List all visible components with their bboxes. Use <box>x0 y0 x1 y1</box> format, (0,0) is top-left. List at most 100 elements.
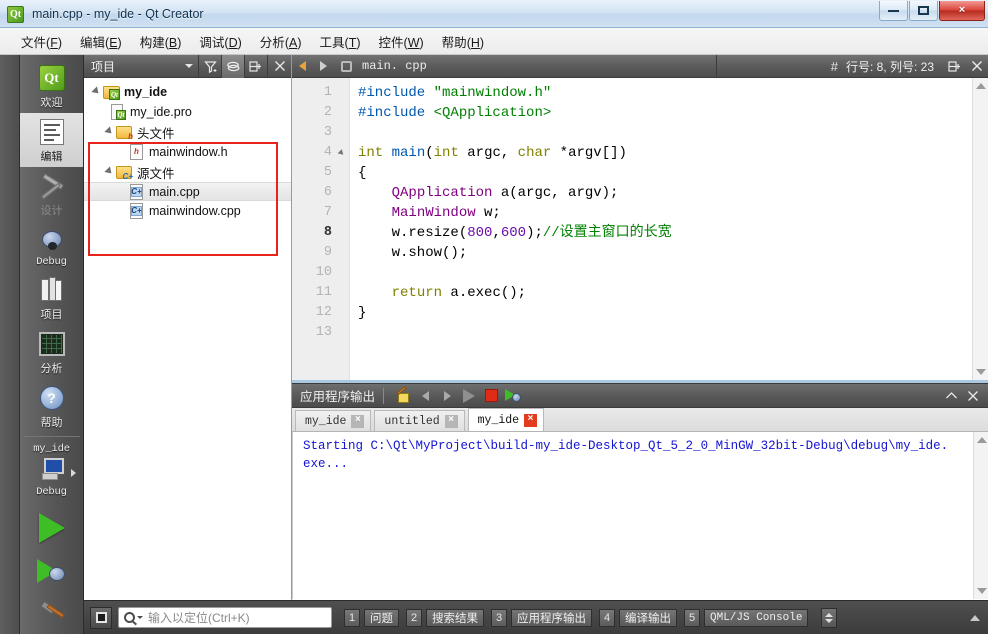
close-icon[interactable]: × <box>444 414 458 428</box>
tree-node-label: mainwindow.cpp <box>149 204 241 218</box>
pane-button-issues[interactable]: 1 问题 <box>344 608 399 627</box>
scroll-up-button[interactable] <box>974 432 988 448</box>
code-text: QApplication a(argc, argv); <box>391 185 619 201</box>
tree-view-selector[interactable]: 项目 <box>84 54 199 78</box>
run-button[interactable] <box>20 501 83 546</box>
sidebar-item-analyze[interactable]: 分析 <box>20 325 83 379</box>
code-lines[interactable]: 1 #include "mainwindow.h" 2 #include <QAppl… <box>292 78 972 380</box>
open-file-selector[interactable]: main. cpp <box>334 54 717 78</box>
code-line[interactable]: 4 int main(int argc, char *argv[]) <box>292 143 972 163</box>
close-editor-button[interactable] <box>966 55 988 78</box>
pane-scroll-spinner[interactable] <box>821 607 838 628</box>
tree-node-project[interactable]: Qt my_ide <box>84 82 291 102</box>
tree-node-main-cpp[interactable]: C+ main.cpp <box>84 182 291 201</box>
tree-node-mainwindow-cpp[interactable]: C+ mainwindow.cpp <box>84 201 291 221</box>
start-debugging-button[interactable] <box>20 546 83 589</box>
toggle-word-wrap-button[interactable] <box>392 383 414 408</box>
build-button[interactable] <box>20 589 83 632</box>
lock-button[interactable] <box>336 55 356 78</box>
maximize-button[interactable] <box>909 1 938 21</box>
next-item-button[interactable] <box>436 383 458 408</box>
scroll-down-button[interactable] <box>974 583 988 599</box>
resize-grip[interactable] <box>968 607 982 629</box>
output-tab-my-ide-2[interactable]: my_ide × <box>467 408 545 431</box>
expander-icon[interactable] <box>90 86 103 97</box>
tree-node-label: mainwindow.h <box>149 145 228 159</box>
code-line[interactable]: 3 <box>292 123 972 143</box>
menu-tools[interactable]: 工具(T) <box>311 29 370 54</box>
menu-debug[interactable]: 调试(D) <box>190 29 250 54</box>
pane-button-compile-output[interactable]: 4 编译输出 <box>599 608 677 627</box>
code-area[interactable]: 1 #include "mainwindow.h" 2 #include <QAppl… <box>292 78 988 380</box>
pane-button-qml-js-console[interactable]: 5 QML/JS Console <box>684 608 809 627</box>
sidebar-item-edit[interactable]: 编辑 <box>20 113 83 167</box>
expander-icon[interactable] <box>103 166 116 177</box>
menu-build[interactable]: 构建(B) <box>131 29 191 54</box>
code-line[interactable]: 5{ <box>292 163 972 183</box>
kit-build-config: Debug <box>36 486 67 498</box>
code-line[interactable]: 9 w.show(); <box>292 243 972 263</box>
fold-marker-icon[interactable] <box>332 149 350 157</box>
pane-button-search-results[interactable]: 2 搜索结果 <box>406 608 484 627</box>
cpp-file-icon: C+ <box>128 203 145 219</box>
output-vertical-scrollbar[interactable] <box>973 432 988 599</box>
previous-item-button[interactable] <box>414 383 436 408</box>
toggle-sidebar-button[interactable] <box>90 606 112 629</box>
sidebar-item-debug[interactable]: Debug <box>20 221 83 271</box>
sidebar-item-help[interactable]: ? 帮助 <box>20 379 83 433</box>
tree-node-headers[interactable]: h 头文件 <box>84 122 291 142</box>
rerun-debug-button[interactable] <box>502 383 524 408</box>
code-line[interactable]: 10 <box>292 263 972 283</box>
navigate-forward-button[interactable] <box>313 55 334 78</box>
output-text-area[interactable]: Starting C:\Qt\MyProject\build-my_ide-De… <box>292 432 988 599</box>
stop-square-icon <box>484 389 498 402</box>
code-line[interactable]: 2 #include <QApplication> <box>292 103 972 123</box>
stop-button[interactable] <box>480 383 502 408</box>
code-line[interactable]: 12} <box>292 303 972 323</box>
menu-window[interactable]: 控件(W) <box>370 29 433 54</box>
scroll-up-button[interactable] <box>973 78 988 94</box>
menu-analyze[interactable]: 分析(A) <box>251 29 311 54</box>
code-line[interactable]: 6 QApplication a(argc, argv); <box>292 183 972 203</box>
sidebar-item-welcome[interactable]: Qt 欢迎 <box>20 59 83 113</box>
close-sidebar-button[interactable] <box>268 55 291 78</box>
left-arrow-icon <box>421 390 429 401</box>
close-icon[interactable]: × <box>524 413 538 427</box>
sidebar-item-design[interactable]: 设计 <box>20 167 83 221</box>
tree-node-sources[interactable]: C+ 源文件 <box>84 162 291 182</box>
code-line[interactable]: 1 #include "mainwindow.h" <box>292 83 972 103</box>
output-text: Starting C:\Qt\MyProject\build-my_ide-De… <box>303 439 949 471</box>
editor-split-button[interactable] <box>944 55 966 78</box>
code-line[interactable]: 7 MainWindow w; <box>292 203 972 223</box>
expander-icon[interactable] <box>103 126 116 137</box>
close-output-pane-button[interactable] <box>962 383 984 408</box>
menu-edit[interactable]: 编辑(E) <box>71 29 131 54</box>
locator-input[interactable]: 输入以定位(Ctrl+K) <box>118 607 332 628</box>
synchronize-button[interactable] <box>222 54 245 78</box>
sidebar-item-projects[interactable]: 项目 <box>20 271 83 325</box>
kit-selector[interactable]: my_ide Debug <box>20 440 83 501</box>
close-button[interactable]: × <box>939 1 985 21</box>
code-line[interactable]: 11 return a.exec(); <box>292 283 972 303</box>
code-line[interactable]: 8 w.resize(800,600);//设置主窗口的长宽 <box>292 223 972 243</box>
menu-help[interactable]: 帮助(H) <box>433 29 493 54</box>
navigate-back-button[interactable] <box>292 55 313 78</box>
maximize-output-pane-button[interactable] <box>940 383 962 408</box>
minimize-button[interactable] <box>879 1 908 21</box>
editor-filename: main. cpp <box>362 59 427 73</box>
pane-button-application-output[interactable]: 3 应用程序输出 <box>491 608 592 627</box>
chevron-down-icon[interactable] <box>137 616 143 619</box>
run-debug-icon <box>505 388 522 403</box>
rerun-button[interactable] <box>458 383 480 408</box>
close-icon[interactable]: × <box>351 414 365 428</box>
scroll-down-button[interactable] <box>973 364 988 380</box>
output-tab-untitled[interactable]: untitled × <box>374 410 465 431</box>
editor-vertical-scrollbar[interactable] <box>972 78 988 380</box>
menu-file[interactable]: 文件(F) <box>12 29 71 54</box>
split-button[interactable] <box>245 54 268 78</box>
output-tab-my-ide-1[interactable]: my_ide × <box>295 410 372 431</box>
code-line[interactable]: 13 <box>292 323 972 343</box>
tree-node-pro-file[interactable]: Qt my_ide.pro <box>84 102 291 122</box>
tree-node-mainwindow-h[interactable]: h mainwindow.h <box>84 142 291 162</box>
filter-tree-button[interactable] <box>199 54 222 78</box>
